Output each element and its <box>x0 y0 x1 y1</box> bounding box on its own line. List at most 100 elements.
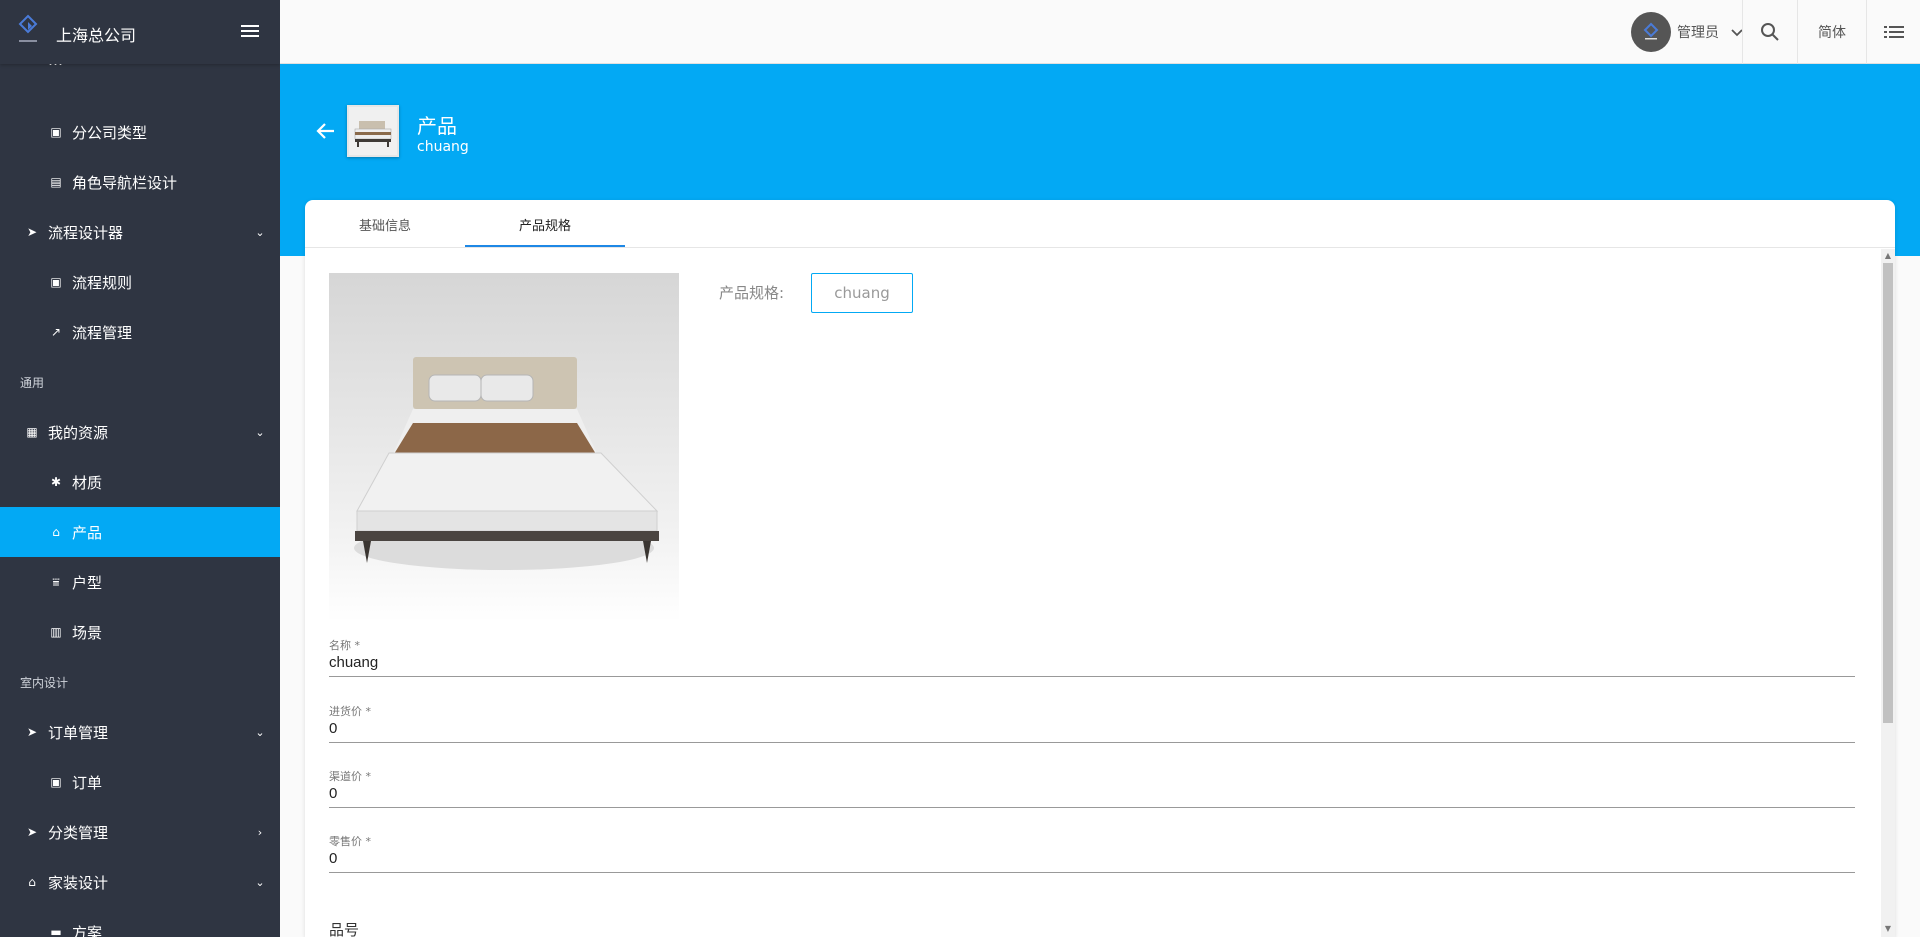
scroll-thumb[interactable] <box>1883 263 1893 723</box>
list-icon <box>1883 26 1904 38</box>
company-name: 上海总公司 <box>56 26 137 45</box>
search-icon <box>1761 23 1779 41</box>
spec-chip[interactable]: chuang <box>811 273 913 313</box>
sidebar-item-partial[interactable]: … <box>0 51 280 107</box>
tab-indicator <box>465 245 625 247</box>
language-label: 简体 <box>1818 25 1846 41</box>
sidebar-item-plan[interactable]: ▬ 方案 <box>0 907 280 937</box>
map-icon: ▥ <box>50 625 62 639</box>
channel-price-input[interactable] <box>329 781 1855 806</box>
sidebar-item-floorplan[interactable]: ⩸ 户型 <box>0 557 280 607</box>
sidebar-item-label: 角色导航栏设计 <box>72 173 178 192</box>
sidebar-item-label: 分类管理 <box>48 823 109 842</box>
channel-price-underline <box>329 807 1855 808</box>
sidebar-item-label: 分公司类型 <box>72 123 148 142</box>
product-thumbnail <box>347 105 399 157</box>
page-title: 产品 <box>417 114 457 138</box>
language-button[interactable]: 简体 <box>1798 0 1866 64</box>
home-icon: ⌂ <box>28 875 36 889</box>
avatar-logo-icon <box>1643 22 1659 40</box>
sidebar-item-category-management[interactable]: ➤ 分类管理 › <box>0 807 280 857</box>
sidebar-item-label: 产品 <box>72 523 103 542</box>
product-image <box>329 273 679 622</box>
product-card: 基础信息 产品规格 产品规格: chuang 名称 * chuang 进货价 *… <box>305 200 1895 937</box>
top-bar: 管理员 简体 <box>280 0 1920 64</box>
sidebar-item-label: 方案 <box>72 923 103 937</box>
sidebar-item-label: 流程管理 <box>72 323 133 342</box>
scroll-up-icon[interactable]: ▲ <box>1884 252 1892 260</box>
sidebar-item-label: 订单 <box>72 773 103 792</box>
sidebar-item-flow-rules[interactable]: ▣ 流程规则 <box>0 257 280 307</box>
sidebar-item-material[interactable]: ✱ 材质 <box>0 457 280 507</box>
clipboard-icon: ▣ <box>50 125 62 139</box>
bank-icon: ⩸ <box>52 574 60 589</box>
user-name: 管理员 <box>1677 25 1719 41</box>
user-menu[interactable]: 管理员 <box>1618 0 1758 64</box>
purchase-price-underline <box>329 742 1855 743</box>
tab-product-spec[interactable]: 产品规格 <box>465 200 625 248</box>
menu-toggle-button[interactable] <box>238 22 262 42</box>
chevron-down-icon: ⌄ <box>255 875 265 889</box>
label-icon: ➤ <box>26 825 38 839</box>
purchase-price-field[interactable]: 进货价 * <box>329 703 1855 755</box>
search-button[interactable] <box>1743 0 1797 64</box>
retail-price-input[interactable] <box>329 846 1855 871</box>
logo-icon <box>18 14 38 42</box>
tab-basic-info[interactable]: 基础信息 <box>305 200 465 248</box>
name-underline <box>329 676 1855 677</box>
section-label-general: 通用 <box>20 375 45 390</box>
texture-icon: ✱ <box>50 475 62 489</box>
sidebar-item-scene[interactable]: ▥ 场景 <box>0 607 280 657</box>
scrollbar[interactable]: ▲ ▼ <box>1881 249 1895 937</box>
item-number-label: 品号 <box>329 921 360 937</box>
chevron-right-icon: › <box>257 825 263 839</box>
page-subtitle: chuang <box>417 139 469 155</box>
section-label-interior: 室内设计 <box>20 675 69 690</box>
chevron-down-icon: ⌄ <box>255 725 265 739</box>
clipboard-icon: ▣ <box>50 275 62 289</box>
sidebar-item-label: 流程规则 <box>72 273 133 292</box>
sidebar-item-label: 场景 <box>72 623 103 642</box>
basket-icon: ⌂ <box>52 525 60 539</box>
sidebar: 上海总公司 … ▣ 分公司类型 ▤ 角色导航栏设计 ➤ 流程设计器 ⌄ <box>0 0 280 937</box>
sidebar-item-flow-management[interactable]: ↗ 流程管理 <box>0 307 280 357</box>
chevron-down-icon: ⌄ <box>255 225 265 239</box>
sidebar-item-order-management[interactable]: ➤ 订单管理 ⌄ <box>0 707 280 757</box>
trending-up-icon: ↗ <box>50 325 62 339</box>
dashboard-icon: ▦ <box>26 425 38 439</box>
avatar <box>1631 12 1671 52</box>
sidebar-item-label: 我的资源 <box>48 423 109 442</box>
spec-label: 产品规格: <box>719 284 785 302</box>
folder-icon: ▬ <box>50 925 62 937</box>
chevron-down-icon: ⌄ <box>255 425 265 439</box>
sidebar-item-my-resources[interactable]: ▦ 我的资源 ⌄ <box>0 407 280 457</box>
sidebar-item-label: 户型 <box>72 573 103 592</box>
retail-price-underline <box>329 872 1855 873</box>
app-root: 上海总公司 … ▣ 分公司类型 ▤ 角色导航栏设计 ➤ 流程设计器 ⌄ <box>0 0 1920 937</box>
sidebar-item-role-nav-design[interactable]: ▤ 角色导航栏设计 <box>0 157 280 207</box>
sidebar-item-label: 流程设计器 <box>48 223 124 242</box>
sidebar-nav: … ▣ 分公司类型 ▤ 角色导航栏设计 ➤ 流程设计器 ⌄ ▣ 流程规则 ↗ 流… <box>0 51 280 937</box>
name-field[interactable]: 名称 * <box>329 637 1855 689</box>
sidebar-item-branch-type[interactable]: ▣ 分公司类型 <box>0 107 280 157</box>
scroll-down-icon[interactable]: ▼ <box>1884 925 1892 933</box>
tab-content: 产品规格: chuang 名称 * 进货价 * 渠道价 * 零售价 * <box>305 249 1895 937</box>
tab-bar: 基础信息 产品规格 <box>305 200 1895 248</box>
channel-price-field[interactable]: 渠道价 * <box>329 768 1855 820</box>
back-arrow-icon[interactable] <box>315 120 337 142</box>
sidebar-item-product[interactable]: ⌂ 产品 <box>0 507 280 557</box>
label-icon: ➤ <box>26 225 38 239</box>
sidebar-header: 上海总公司 <box>0 0 280 64</box>
sidebar-item-home-design[interactable]: ⌂ 家装设计 ⌄ <box>0 857 280 907</box>
sidebar-item-flow-designer[interactable]: ➤ 流程设计器 ⌄ <box>0 207 280 257</box>
name-input[interactable] <box>329 650 1855 675</box>
sidebar-item-label: 家装设计 <box>48 873 109 892</box>
label-icon: ➤ <box>26 725 38 739</box>
clipboard-icon: ▣ <box>50 775 62 789</box>
book-icon: ▤ <box>50 175 62 189</box>
sidebar-item-order[interactable]: ▣ 订单 <box>0 757 280 807</box>
sidebar-item-label: 材质 <box>72 473 103 492</box>
purchase-price-input[interactable] <box>329 716 1855 741</box>
retail-price-field[interactable]: 零售价 * <box>329 833 1855 885</box>
list-menu-button[interactable] <box>1867 0 1920 64</box>
